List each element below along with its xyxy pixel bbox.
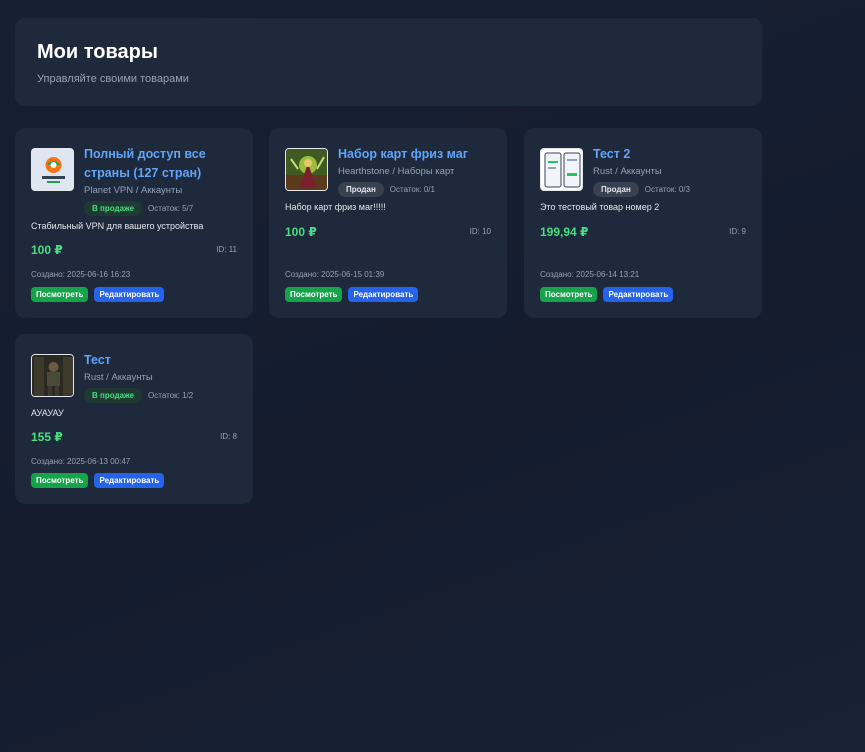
edit-button[interactable]: Редактировать bbox=[603, 287, 674, 302]
product-category: Rust / Аккаунты bbox=[84, 372, 153, 383]
status-badge: Продан bbox=[593, 182, 639, 197]
created-date: Создано: 2025-06-15 01:39 bbox=[285, 270, 385, 279]
product-title[interactable]: Набор карт фриз маг bbox=[338, 145, 495, 164]
product-card: Тест Rust / Аккаунты В продаже Остаток: … bbox=[15, 334, 253, 504]
product-price: 100 ₽ bbox=[285, 225, 317, 239]
product-description: Стабильный VPN для вашего устройства bbox=[31, 221, 204, 231]
view-button[interactable]: Посмотреть bbox=[285, 287, 343, 302]
product-title[interactable]: Тест 2 bbox=[593, 145, 750, 164]
product-category: Rust / Аккаунты bbox=[593, 166, 662, 177]
product-category: Hearthstone / Наборы карт bbox=[338, 166, 455, 177]
product-title[interactable]: Полный доступ все страны (127 стран) bbox=[84, 145, 241, 183]
product-price: 155 ₽ bbox=[31, 430, 63, 444]
view-button[interactable]: Посмотреть bbox=[31, 287, 89, 302]
product-id: ID: 10 bbox=[469, 227, 491, 236]
product-title[interactable]: Тест bbox=[84, 351, 241, 370]
view-button[interactable]: Посмотреть bbox=[31, 473, 89, 488]
status-badge: В продаже bbox=[84, 201, 143, 216]
product-id: ID: 8 bbox=[220, 432, 237, 441]
status-badge: Продан bbox=[338, 182, 384, 197]
product-image[interactable] bbox=[31, 354, 74, 397]
product-id: ID: 9 bbox=[729, 227, 746, 236]
product-card: Полный доступ все страны (127 стран) Pla… bbox=[15, 128, 253, 318]
page-title: Мои товары bbox=[37, 41, 158, 63]
stock-count: Остаток: 0/1 bbox=[389, 185, 435, 194]
product-description: Это тестовый товар номер 2 bbox=[540, 202, 660, 212]
status-badge: В продаже bbox=[84, 388, 143, 403]
product-description: Набор карт фриз маг!!!!! bbox=[285, 202, 386, 212]
product-image[interactable] bbox=[31, 148, 74, 191]
stock-count: Остаток: 1/2 bbox=[148, 391, 194, 400]
page-subtitle: Управляйте своими товарами bbox=[37, 73, 189, 85]
edit-button[interactable]: Редактировать bbox=[94, 287, 165, 302]
created-date: Создано: 2025-06-14 13:21 bbox=[540, 270, 640, 279]
product-image[interactable] bbox=[540, 148, 583, 191]
page-header: Мои товары Управляйте своими товарами bbox=[15, 18, 762, 106]
edit-button[interactable]: Редактировать bbox=[348, 287, 419, 302]
created-date: Создано: 2025-06-13 00:47 bbox=[31, 457, 131, 466]
edit-button[interactable]: Редактировать bbox=[94, 473, 165, 488]
product-image[interactable] bbox=[285, 148, 328, 191]
view-button[interactable]: Посмотреть bbox=[540, 287, 598, 302]
stock-count: Остаток: 0/3 bbox=[644, 185, 690, 194]
product-card: Тест 2 Rust / Аккаунты Продан Остаток: 0… bbox=[524, 128, 762, 318]
stock-count: Остаток: 5/7 bbox=[148, 204, 194, 213]
created-date: Создано: 2025-06-16 16:23 bbox=[31, 270, 131, 279]
product-category: Planet VPN / Аккаунты bbox=[84, 185, 183, 196]
product-card: Набор карт фриз маг Hearthstone / Наборы… bbox=[269, 128, 507, 318]
product-price: 199,94 ₽ bbox=[540, 225, 589, 239]
product-id: ID: 11 bbox=[216, 245, 237, 254]
product-price: 100 ₽ bbox=[31, 243, 63, 257]
product-description: АУАУАУ bbox=[31, 408, 64, 418]
